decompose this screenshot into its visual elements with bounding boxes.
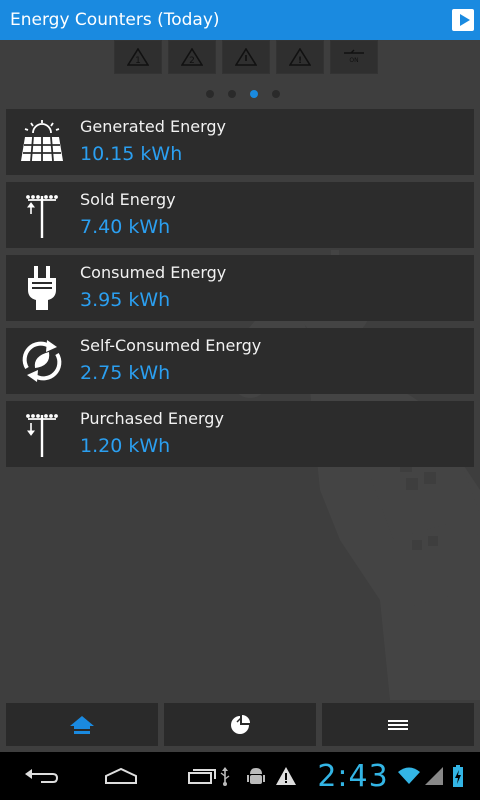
counter-list: Generated Energy 10.15 kWh Sold Energy 7… [6,109,474,474]
back-icon [25,769,59,783]
alert-4-glyph: ! [298,56,302,66]
bottom-nav [6,703,474,746]
counter-self-consumed[interactable]: Self-Consumed Energy 2.75 kWh [6,328,474,394]
solar-panel-icon [12,112,72,172]
power-pole-up-icon [12,185,72,245]
counter-value: 2.75 kWh [80,361,171,384]
status-clock: 2:43 [317,758,389,794]
counter-generated[interactable]: Generated Energy 10.15 kWh [6,109,474,175]
counter-value: 10.15 kWh [80,142,183,165]
power-pole-down-icon [12,404,72,464]
page-indicator [206,90,280,98]
switch-on-button[interactable]: ON [330,40,378,74]
nav-chart-button[interactable] [164,703,316,746]
play-button[interactable] [452,9,474,31]
nav-home-button[interactable] [6,703,158,746]
play-icon [459,14,470,26]
recent-apps-icon [188,769,216,784]
counter-label: Purchased Energy [80,408,224,428]
warning-4-icon: ! [289,48,311,66]
signal-icon [422,752,446,800]
recycle-icon [12,331,72,391]
title-bar: Energy Counters (Today) [0,0,480,40]
counter-sold[interactable]: Sold Energy 7.40 kWh [6,182,474,248]
warning-2-icon: 2 [181,48,203,66]
alert-4-button[interactable]: ! [276,40,324,74]
switch-on-icon: ON [344,49,364,64]
switch-on-glyph: ON [349,57,358,64]
wifi-icon [396,752,422,800]
alert-2-button[interactable]: 2 [168,40,216,74]
alert-1-button[interactable]: 1 [114,40,162,74]
back-button[interactable] [18,752,64,800]
page-dot[interactable] [272,90,280,98]
alert-1-glyph: 1 [135,56,141,66]
pie-chart-icon [231,714,250,734]
counter-purchased[interactable]: Purchased Energy 1.20 kWh [6,401,474,467]
page-dot-active[interactable] [250,90,258,98]
alert-toolbar: 1 2 ! ON [114,40,378,74]
page-dot[interactable] [228,90,236,98]
system-bar: 2:43 [0,752,480,800]
counter-label: Consumed Energy [80,262,227,282]
nav-menu-button[interactable] [322,703,474,746]
alert-3-button[interactable] [222,40,270,74]
home-system-button[interactable] [98,752,144,800]
page-dot[interactable] [206,90,214,98]
warning-1-icon: 1 [127,48,149,66]
alert-2-glyph: 2 [189,56,195,66]
counter-label: Generated Energy [80,116,226,136]
warning-3-icon [235,48,257,66]
usb-icon [216,752,234,800]
counter-value: 7.40 kWh [80,215,171,238]
android-debug-icon [244,752,268,800]
counter-value: 3.95 kWh [80,288,171,311]
counter-value: 1.20 kWh [80,434,171,457]
counter-label: Sold Energy [80,189,176,209]
counter-label: Self-Consumed Energy [80,335,262,355]
home-icon [70,715,94,734]
home-outline-icon [105,767,137,784]
battery-charging-icon [448,752,468,800]
counter-consumed[interactable]: Consumed Energy 3.95 kWh [6,255,474,321]
plug-icon [12,258,72,318]
menu-icon [388,719,408,730]
warning-status-icon [274,752,298,800]
app-title: Energy Counters (Today) [10,10,220,30]
